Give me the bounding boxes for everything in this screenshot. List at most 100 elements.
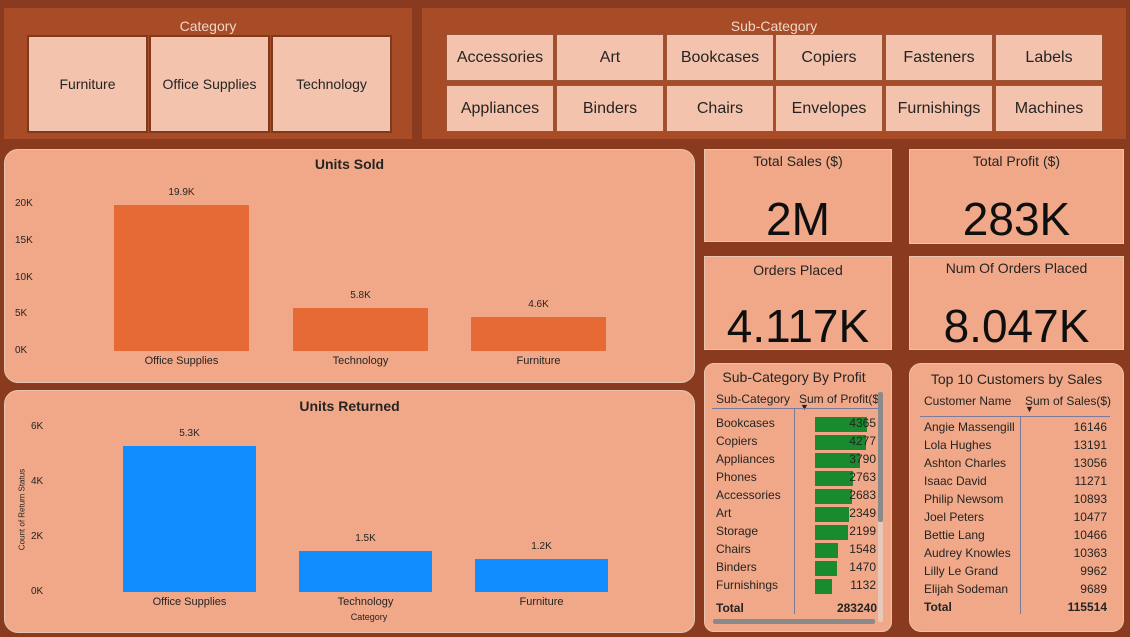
table-row[interactable]: Bookcases 4365 — [716, 416, 876, 433]
subcategory-option-furnishings[interactable]: Furnishings — [885, 85, 993, 132]
table-row[interactable]: Ashton Charles 13056 — [924, 456, 1107, 473]
header-divider — [920, 416, 1110, 417]
subcategory-profit-table: Sub-Category By Profit Sub-Category ▼ Su… — [704, 363, 892, 632]
row-sales-value: 13056 — [1073, 456, 1107, 470]
table-row[interactable]: Elijah Sodeman 9689 — [924, 582, 1107, 599]
row-profit-value: 2349 — [849, 506, 876, 520]
category-option-office-supplies[interactable]: Office Supplies — [149, 35, 270, 133]
profit-data-bar — [815, 543, 839, 558]
table-row[interactable]: Philip Newsom 10893 — [924, 492, 1107, 509]
bar-technology[interactable] — [293, 308, 428, 351]
row-sales-value: 13191 — [1073, 438, 1107, 452]
bar-office-supplies[interactable] — [114, 204, 249, 351]
table-row[interactable]: Bettie Lang 10466 — [924, 528, 1107, 545]
x-category-label: Office Supplies — [152, 596, 227, 608]
subcategory-option-chairs[interactable]: Chairs — [666, 85, 774, 132]
row-profit-value: 2199 — [849, 524, 876, 538]
row-profit-value: 4365 — [849, 416, 876, 430]
y-axis-title: Count of Return Status — [17, 468, 27, 551]
table-row[interactable]: Lola Hughes 13191 — [924, 438, 1107, 455]
table-row[interactable]: Binders 1470 — [716, 560, 876, 577]
subcategory-slicer-title: Sub-Category — [730, 18, 818, 34]
row-profit-value: 1470 — [849, 560, 876, 574]
subcategory-option-art[interactable]: Art — [556, 34, 664, 81]
total-sales-value: 2M — [766, 193, 830, 245]
category-option-technology[interactable]: Technology — [271, 35, 392, 133]
units-returned-chart: Units Returned Count of Return Status Ca… — [4, 390, 695, 633]
bar-technology[interactable] — [299, 550, 432, 592]
table-row[interactable]: Lilly Le Grand 9962 — [924, 564, 1107, 581]
table-row[interactable]: Furnishings 1132 — [716, 578, 876, 595]
table-row[interactable]: Appliances 3790 — [716, 452, 876, 469]
table-row[interactable]: Joel Peters 10477 — [924, 510, 1107, 527]
table-row[interactable]: Storage 2199 — [716, 524, 876, 541]
row-customer-name: Philip Newsom — [924, 492, 1004, 506]
category-option-furniture[interactable]: Furniture — [27, 35, 148, 133]
profit-data-bar — [815, 507, 850, 522]
num-orders-value: 8.047K — [943, 300, 1090, 352]
subcategory-option-accessories[interactable]: Accessories — [446, 34, 554, 81]
col-header-profit[interactable]: Sum of Profit($) — [799, 392, 879, 406]
total-profit-title: Total Profit ($) — [972, 153, 1061, 169]
horizontal-scrollbar[interactable] — [713, 619, 875, 624]
subcategory-option-bookcases[interactable]: Bookcases — [666, 34, 774, 81]
orders-placed-title: Orders Placed — [753, 262, 843, 278]
subcategory-option-binders[interactable]: Binders — [556, 85, 664, 132]
row-sales-value: 16146 — [1073, 420, 1107, 434]
row-sales-value: 10363 — [1073, 546, 1107, 560]
subcategory-option-labels[interactable]: Labels — [995, 34, 1103, 81]
subcategory-option-envelopes[interactable]: Envelopes — [775, 85, 883, 132]
data-label: 4.6K — [528, 299, 549, 311]
table-row[interactable]: Angie Massengill 16146 — [924, 420, 1107, 437]
total-label: Total — [924, 600, 952, 614]
table-row[interactable]: Isaac David 11271 — [924, 474, 1107, 491]
row-profit-value: 1548 — [849, 542, 876, 556]
row-subcategory: Bookcases — [716, 416, 775, 430]
row-sales-value: 11271 — [1074, 474, 1107, 488]
total-value: 115514 — [1067, 600, 1107, 614]
table-row[interactable]: Copiers 4277 — [716, 434, 876, 451]
scrollbar-thumb[interactable] — [878, 392, 883, 522]
bar-furniture[interactable] — [471, 317, 606, 351]
row-subcategory: Copiers — [716, 434, 758, 448]
row-profit-value: 1132 — [850, 578, 876, 592]
col-header-sales[interactable]: Sum of Sales($) — [1025, 394, 1111, 408]
bar-furniture[interactable] — [475, 559, 608, 592]
row-sales-value: 9689 — [1080, 582, 1107, 596]
data-label: 19.9K — [168, 186, 195, 198]
table-row[interactable]: Art 2349 — [716, 506, 876, 523]
table-row[interactable]: Chairs 1548 — [716, 542, 876, 559]
subcategory-option-fasteners[interactable]: Fasteners — [885, 34, 993, 81]
row-sales-value: 9962 — [1080, 564, 1107, 578]
subcategory-option-copiers[interactable]: Copiers — [775, 34, 883, 81]
col-header-subcategory[interactable]: Sub-Category — [716, 392, 790, 406]
top-customers-title: Top 10 Customers by Sales — [930, 371, 1103, 387]
y-tick-label: 0K — [15, 345, 28, 356]
row-customer-name: Elijah Sodeman — [924, 582, 1009, 596]
data-label: 5.8K — [350, 290, 371, 302]
col-header-customer[interactable]: Customer Name — [924, 394, 1011, 408]
table-row[interactable]: Phones 2763 — [716, 470, 876, 487]
table-row[interactable]: Accessories 2683 — [716, 488, 876, 505]
subcategory-option-machines[interactable]: Machines — [995, 85, 1103, 132]
bar-office-supplies[interactable] — [123, 446, 256, 592]
data-label: 1.2K — [531, 541, 552, 552]
vertical-scrollbar[interactable] — [878, 392, 883, 622]
category-slicer-title: Category — [179, 18, 237, 34]
subcategory-slicer: Sub-Category Accessories Art Bookcases Copi… — [422, 8, 1126, 139]
units-sold-title: Units Sold — [314, 156, 385, 172]
top-customers-table: Top 10 Customers by Sales Customer Name … — [909, 363, 1124, 632]
y-tick-label: 2K — [31, 531, 44, 542]
total-value: 283240 — [836, 601, 877, 615]
row-subcategory: Storage — [716, 524, 759, 538]
row-profit-value: 4277 — [849, 434, 876, 448]
row-customer-name: Bettie Lang — [924, 528, 985, 542]
subcategory-option-appliances[interactable]: Appliances — [446, 85, 554, 132]
row-subcategory: Art — [716, 506, 732, 520]
table-row[interactable]: Audrey Knowles 10363 — [924, 546, 1107, 563]
profit-data-bar — [815, 579, 833, 594]
x-category-label: Furniture — [519, 596, 564, 608]
row-customer-name: Lilly Le Grand — [924, 564, 999, 578]
row-sales-value: 10477 — [1073, 510, 1107, 524]
profit-data-bar — [815, 489, 853, 504]
